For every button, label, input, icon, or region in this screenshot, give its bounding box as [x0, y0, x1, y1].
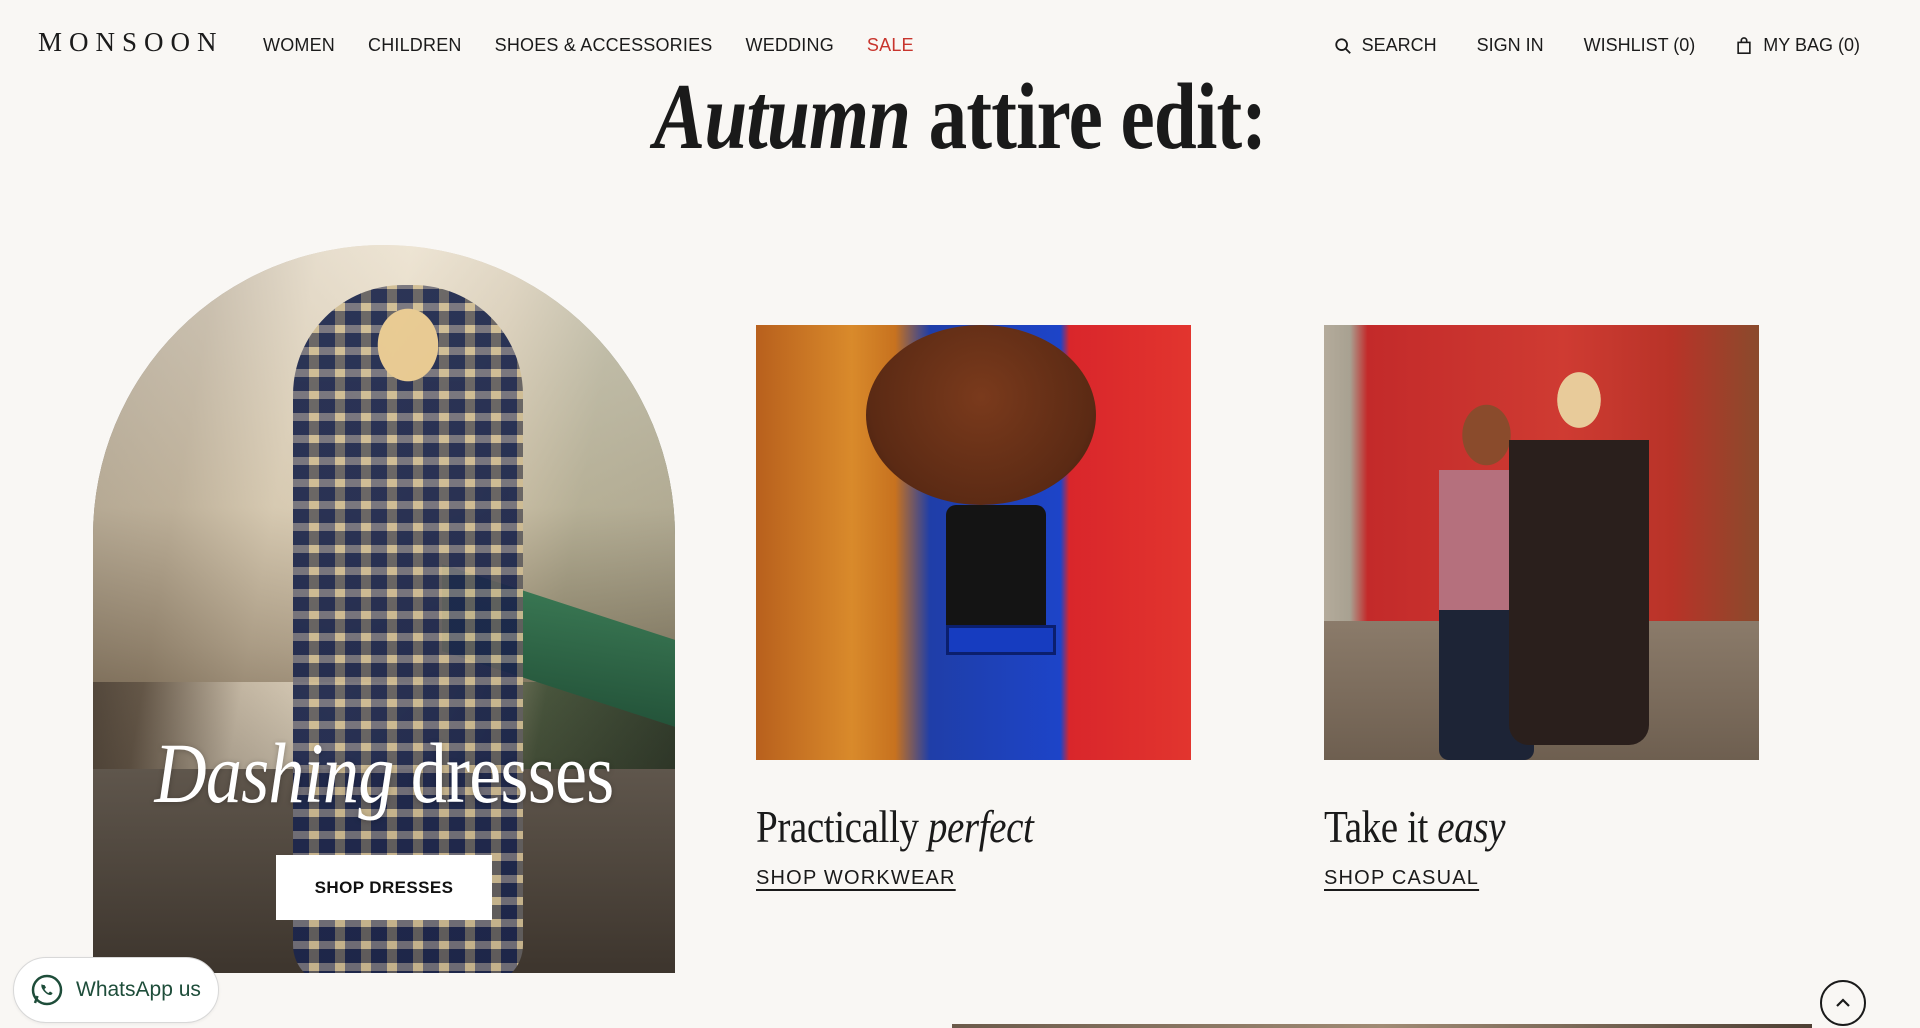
main-nav: WOMEN CHILDREN SHOES & ACCESSORIES WEDDI…: [263, 35, 947, 56]
black-top-image: [946, 505, 1046, 635]
dresses-title-italic: Dashing: [154, 725, 395, 821]
casual-image[interactable]: [1324, 325, 1759, 760]
dresses-title: Dashing dresses: [140, 723, 629, 823]
nav-sale[interactable]: SALE: [867, 35, 914, 56]
whatsapp-label: WhatsApp us: [76, 978, 201, 1001]
bag-label: MY BAG (0): [1763, 35, 1860, 55]
bag-button[interactable]: MY BAG (0): [1735, 35, 1860, 56]
shop-workwear-link[interactable]: SHOP WORKWEAR: [756, 867, 956, 890]
chevron-up-icon: [1836, 998, 1850, 1007]
next-section-image-edge: [952, 1024, 1812, 1028]
whatsapp-button[interactable]: WhatsApp us: [13, 957, 219, 1023]
shop-casual-link[interactable]: SHOP CASUAL: [1324, 867, 1479, 890]
workwear-title: Practically perfect: [756, 800, 1034, 853]
model-black-dress-image: [1509, 345, 1649, 745]
dresses-promo-card[interactable]: Dashing dresses SHOP DRESSES: [93, 245, 675, 973]
blue-belt-image: [946, 625, 1056, 655]
shopping-bag-icon: [1737, 36, 1751, 54]
search-button[interactable]: SEARCH: [1334, 35, 1437, 56]
shop-dresses-button[interactable]: SHOP DRESSES: [276, 855, 492, 920]
workwear-image[interactable]: [756, 325, 1191, 760]
search-label: SEARCH: [1361, 35, 1437, 55]
workwear-title-italic: perfect: [927, 801, 1034, 852]
wishlist-link[interactable]: WISHLIST (0): [1584, 35, 1696, 56]
nav-shoes-accessories[interactable]: SHOES & ACCESSORIES: [495, 35, 713, 56]
nav-women[interactable]: WOMEN: [263, 35, 335, 56]
headline-rest: attire edit:: [928, 65, 1267, 169]
casual-title-rest: Take it: [1324, 801, 1428, 852]
headline-italic: Autumn: [653, 65, 911, 169]
dresses-title-rest: dresses: [410, 725, 615, 821]
nav-wedding[interactable]: WEDDING: [746, 35, 834, 56]
page-headline: Autumn attire edit:: [173, 70, 1747, 164]
whatsapp-icon: [31, 974, 63, 1006]
utility-nav: SEARCH SIGN IN WISHLIST (0) MY BAG (0): [1294, 35, 1860, 56]
nav-children[interactable]: CHILDREN: [368, 35, 462, 56]
sign-in-link[interactable]: SIGN IN: [1477, 35, 1544, 56]
search-icon: [1334, 37, 1351, 54]
workwear-title-rest: Practically: [756, 801, 919, 852]
model-hair-image: [866, 325, 1096, 505]
brand-logo[interactable]: MONSOON: [38, 27, 224, 58]
casual-title-italic: easy: [1437, 801, 1506, 852]
casual-title: Take it easy: [1324, 800, 1506, 853]
back-to-top-button[interactable]: [1820, 980, 1866, 1026]
